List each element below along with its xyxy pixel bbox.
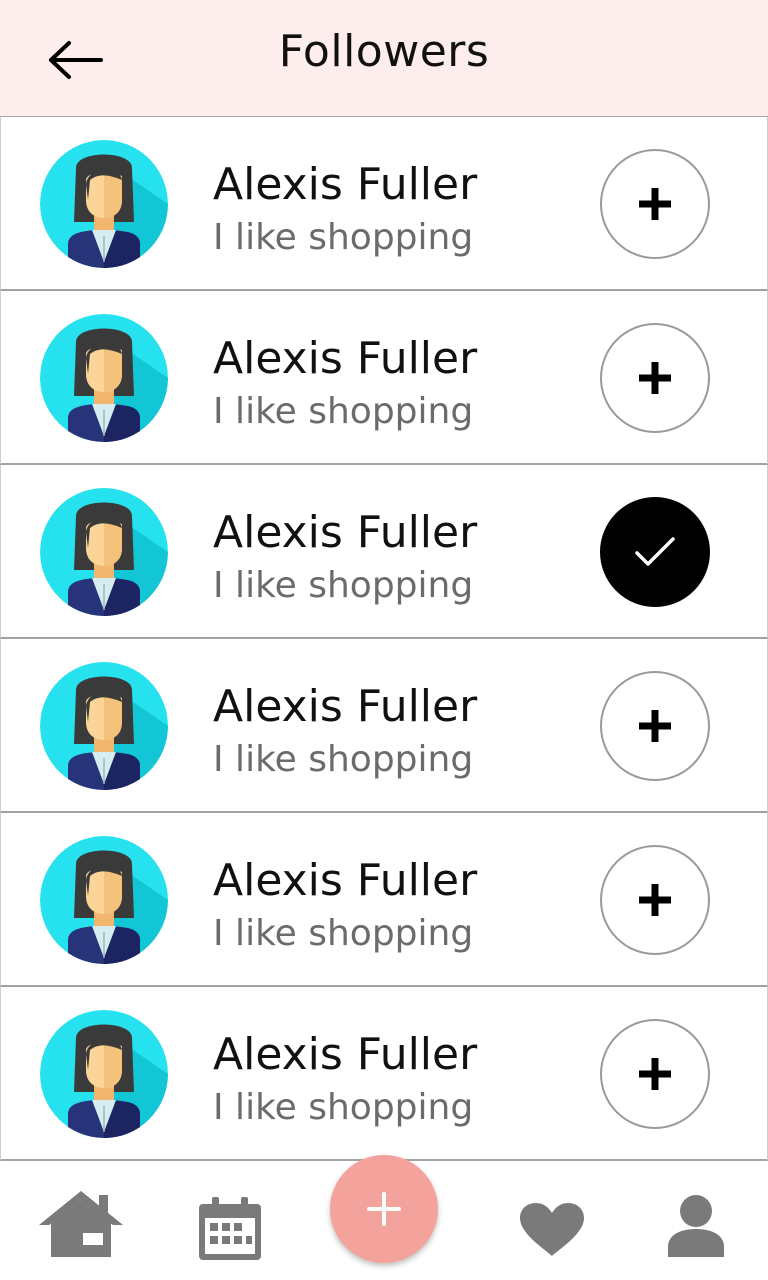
follow-button[interactable] xyxy=(600,1019,710,1129)
woman-avatar-icon xyxy=(40,314,168,442)
follow-button[interactable] xyxy=(600,671,710,781)
nav-calendar-button[interactable] xyxy=(196,1195,264,1263)
follower-name: Alexis Fuller xyxy=(213,159,478,210)
avatar xyxy=(40,1010,168,1138)
avatar xyxy=(40,488,168,616)
follower-bio: I like shopping xyxy=(213,391,474,432)
page-title: Followers xyxy=(278,26,490,77)
nav-profile-button[interactable] xyxy=(664,1191,728,1261)
list-item[interactable]: Alexis Fuller I like shopping xyxy=(0,987,768,1161)
follow-button[interactable] xyxy=(600,149,710,259)
avatar xyxy=(40,314,168,442)
plus-icon xyxy=(639,710,671,742)
plus-icon xyxy=(639,362,671,394)
follower-name: Alexis Fuller xyxy=(213,681,478,732)
follower-bio: I like shopping xyxy=(213,565,474,606)
list-item[interactable]: Alexis Fuller I like shopping xyxy=(0,465,768,639)
followers-list: Alexis Fuller I like shopping Alexis Ful… xyxy=(0,117,768,1161)
list-item[interactable]: Alexis Fuller I like shopping xyxy=(0,813,768,987)
calendar-icon xyxy=(199,1197,261,1260)
follow-button[interactable] xyxy=(600,845,710,955)
woman-avatar-icon xyxy=(40,140,168,268)
follower-name: Alexis Fuller xyxy=(213,1029,478,1080)
woman-avatar-icon xyxy=(40,488,168,616)
follower-bio: I like shopping xyxy=(213,1087,474,1128)
plus-icon xyxy=(639,884,671,916)
profile-icon xyxy=(668,1195,724,1257)
list-item[interactable]: Alexis Fuller I like shopping xyxy=(0,117,768,291)
list-item[interactable]: Alexis Fuller I like shopping xyxy=(0,291,768,465)
nav-favorites-button[interactable] xyxy=(516,1201,588,1259)
add-button[interactable] xyxy=(330,1155,438,1263)
check-icon xyxy=(635,537,675,566)
avatar xyxy=(40,140,168,268)
follower-bio: I like shopping xyxy=(213,217,474,258)
follow-button[interactable] xyxy=(600,323,710,433)
woman-avatar-icon xyxy=(40,662,168,790)
home-icon xyxy=(39,1191,123,1257)
follower-bio: I like shopping xyxy=(213,913,474,954)
follower-name: Alexis Fuller xyxy=(213,333,478,384)
woman-avatar-icon xyxy=(40,1010,168,1138)
woman-avatar-icon xyxy=(40,836,168,964)
bottom-nav xyxy=(0,1155,768,1280)
app-header: Followers xyxy=(0,0,768,117)
plus-icon xyxy=(367,1192,401,1226)
plus-icon xyxy=(639,1058,671,1090)
follower-name: Alexis Fuller xyxy=(213,507,478,558)
list-item[interactable]: Alexis Fuller I like shopping xyxy=(0,639,768,813)
follower-bio: I like shopping xyxy=(213,739,474,780)
follower-name: Alexis Fuller xyxy=(213,855,478,906)
nav-home-button[interactable] xyxy=(36,1187,126,1261)
avatar xyxy=(40,662,168,790)
plus-icon xyxy=(639,188,671,220)
avatar xyxy=(40,836,168,964)
heart-icon xyxy=(520,1203,584,1256)
following-button[interactable] xyxy=(600,497,710,607)
